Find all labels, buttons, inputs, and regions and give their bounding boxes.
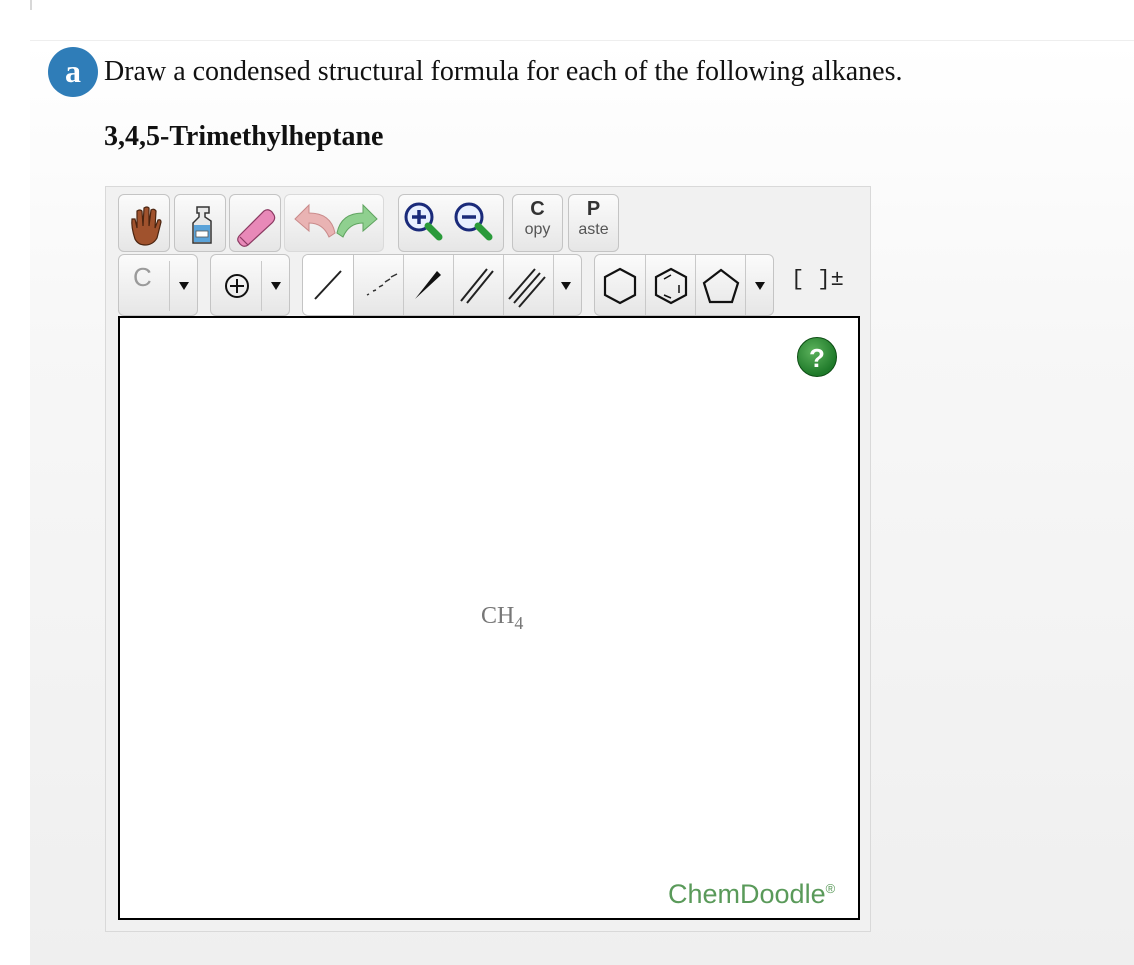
spray-bottle-icon	[192, 206, 212, 244]
question-prompt: Draw a condensed structural formula for …	[104, 56, 903, 87]
atom-label: C	[133, 262, 152, 292]
molecule-subscript: 4	[514, 612, 524, 633]
triple-bond-icon[interactable]	[508, 268, 546, 308]
chemdoodle-logo: ChemDoodle®	[668, 879, 835, 910]
hand-icon	[131, 206, 162, 246]
ring-tools-group	[594, 254, 774, 316]
bond-tools-group	[302, 254, 582, 316]
dashed-bond-icon[interactable]	[366, 273, 398, 296]
cyclopentane-icon[interactable]	[702, 268, 740, 304]
eraser-icon	[237, 209, 276, 247]
eraser-button[interactable]	[229, 194, 281, 252]
undo-arrow-icon	[294, 203, 336, 238]
zoom-out-icon[interactable]	[454, 202, 493, 241]
double-bond-icon[interactable]	[460, 268, 494, 304]
question-badge: a	[48, 47, 98, 97]
molecule-label[interactable]: CH4	[481, 603, 523, 634]
top-divider	[30, 0, 32, 10]
benzene-icon[interactable]	[654, 267, 688, 305]
paste-label-small: aste	[578, 221, 609, 238]
bracket-button[interactable]: [ ]±	[784, 254, 844, 316]
redo-arrow-icon	[336, 203, 378, 238]
registered-mark: ®	[825, 881, 836, 896]
single-bond-icon	[314, 270, 342, 300]
undo-redo-group	[284, 194, 384, 252]
plus-charge-icon	[225, 274, 249, 298]
copy-label-small: opy	[524, 221, 551, 238]
atom-selector[interactable]: C	[118, 254, 198, 316]
zoom-in-icon[interactable]	[404, 202, 443, 241]
single-bond-button[interactable]	[303, 255, 354, 315]
compound-name: 3,4,5-Trimethylheptane	[104, 121, 384, 152]
charge-selector[interactable]	[210, 254, 290, 316]
bracket-icon: [ ]±	[791, 267, 844, 292]
cyclohexane-icon[interactable]	[603, 267, 637, 305]
chevron-down-icon	[561, 282, 571, 290]
brand-name: ChemDoodle	[668, 879, 826, 909]
copy-button[interactable]: C opy	[512, 194, 563, 252]
chevron-down-icon	[179, 282, 189, 290]
paste-button[interactable]: P aste	[568, 194, 619, 252]
help-button[interactable]: ?	[797, 337, 837, 377]
chevron-down-icon	[755, 282, 765, 290]
molecule-main: CH	[481, 603, 515, 629]
clear-button[interactable]	[174, 194, 226, 252]
hand-tool-button[interactable]	[118, 194, 170, 252]
chevron-down-icon	[271, 282, 281, 290]
copy-label-big: C	[530, 198, 545, 220]
zoom-group	[398, 194, 504, 252]
wedge-bond-icon[interactable]	[415, 271, 441, 299]
paste-label-big: P	[586, 198, 601, 220]
